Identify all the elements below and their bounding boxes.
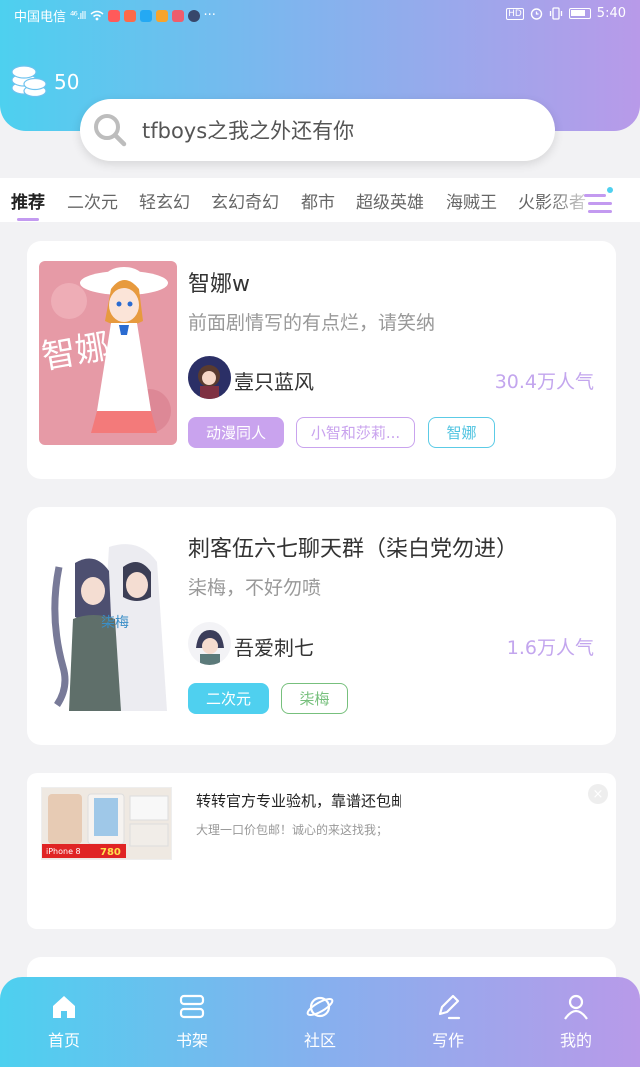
tag-anime[interactable]: 二次元	[188, 683, 269, 714]
author-name[interactable]: 壹只蓝风	[234, 366, 314, 395]
story-cover-image[interactable]: 柒梅	[39, 527, 177, 711]
bookshelf-icon	[179, 994, 205, 1019]
tab-light-fantasy[interactable]: 轻玄幻	[139, 188, 190, 213]
tab-anime[interactable]: 二次元	[67, 188, 118, 213]
ad-title[interactable]: 转转官方专业验机，靠谱还包邮	[196, 790, 401, 811]
planet-icon	[306, 996, 334, 1018]
wifi-icon	[90, 10, 103, 21]
ad-image-price: 780	[100, 847, 121, 858]
nav-community[interactable]: 社区	[280, 993, 360, 1051]
story-card[interactable]: 柒梅 刺客伍六七聊天群（柒白党勿进） 柒梅，不好勿喷 吾爱刺七 1.6万人气 二…	[27, 507, 616, 745]
app-notification-icon	[123, 9, 136, 22]
app-notification-icon	[139, 9, 152, 22]
more-notifications-icon: ···	[203, 8, 216, 23]
nav-label: 写作	[431, 1031, 464, 1050]
tab-recommend[interactable]: 推荐	[11, 188, 45, 213]
tag-qimei[interactable]: 柒梅	[281, 683, 348, 714]
nav-profile[interactable]: 我的	[536, 993, 616, 1051]
tab-urban[interactable]: 都市	[301, 188, 335, 213]
popularity-count: 1.6万人气	[506, 637, 594, 659]
story-title[interactable]: 刺客伍六七聊天群（柒白党勿进）	[188, 531, 518, 563]
signal-icon: ⁴⁶.ıll	[70, 9, 87, 22]
pen-icon	[438, 994, 461, 1020]
user-icon	[564, 994, 588, 1020]
vibrate-icon	[549, 7, 562, 20]
nav-label: 书架	[175, 1031, 208, 1050]
nav-home[interactable]: 首页	[24, 993, 104, 1051]
author-avatar[interactable]	[188, 622, 231, 665]
nav-write[interactable]: 写作	[408, 993, 488, 1051]
app-notification-icon	[107, 9, 120, 22]
search-icon	[94, 114, 127, 147]
author-avatar[interactable]	[188, 356, 231, 399]
carrier-label: 中国电信	[14, 10, 67, 25]
search-bar[interactable]: tfboys之我之外还有你	[80, 99, 555, 161]
story-card[interactable]: 智娜 智娜w 前面剧情写的有点烂，请笑纳 壹只蓝风 30.4万人气 动漫同人 小…	[27, 241, 616, 479]
author-name[interactable]: 吾爱刺七	[234, 632, 314, 661]
app-notification-icon	[155, 9, 168, 22]
tab-one-piece[interactable]: 海贼王	[446, 188, 497, 213]
story-subtitle: 前面剧情写的有点烂，请笑纳	[188, 312, 436, 334]
nav-label: 首页	[47, 1031, 80, 1050]
nav-bookshelf[interactable]: 书架	[152, 993, 232, 1051]
ad-close-icon[interactable]: ×	[588, 784, 608, 804]
category-tabs: 推荐 二次元 轻玄幻 玄幻奇幻 都市 超级英雄 海贼王 火影忍者	[0, 178, 640, 222]
category-menu-icon[interactable]	[582, 186, 614, 216]
app-notification-icon	[171, 9, 184, 22]
popularity-count: 30.4万人气	[494, 371, 594, 393]
hd-icon: HD	[506, 7, 524, 20]
ad-image-caption: iPhone 8	[46, 847, 81, 856]
tab-fantasy[interactable]: 玄幻奇幻	[211, 188, 279, 213]
story-subtitle: 柒梅，不好勿喷	[188, 577, 322, 599]
coins-icon[interactable]	[10, 60, 48, 100]
nav-label: 我的	[559, 1031, 592, 1050]
tag-anime-fanfic[interactable]: 动漫同人	[188, 417, 284, 448]
search-input[interactable]: tfboys之我之外还有你	[142, 115, 354, 145]
nav-label: 社区	[303, 1031, 336, 1050]
tab-superhero[interactable]: 超级英雄	[356, 188, 424, 213]
ad-description: 大理一口价包邮！诚心的来这找我；	[196, 823, 389, 837]
story-cover-image[interactable]: 智娜	[39, 261, 177, 445]
coin-count: 50	[54, 70, 80, 94]
active-tab-indicator	[17, 218, 39, 221]
battery-icon	[568, 8, 591, 19]
home-icon	[53, 996, 75, 1018]
ad-card[interactable]: iPhone 8 780 转转官方专业验机，靠谱还包邮 大理一口价包邮！诚心的来…	[27, 773, 616, 929]
cover-title-art: 柒梅	[101, 615, 129, 631]
tag-zhina[interactable]: 智娜	[428, 417, 495, 448]
tag-satoshi-sally[interactable]: 小智和莎莉...	[296, 417, 415, 448]
story-title[interactable]: 智娜w	[188, 266, 250, 298]
clock-time: 5:40	[596, 6, 626, 21]
bottom-nav: 首页 书架 社区 写作 我的	[0, 977, 640, 1067]
ad-image[interactable]: iPhone 8 780	[41, 787, 172, 860]
chat-notification-icon	[187, 9, 200, 22]
status-bar: 中国电信 ⁴⁶.ıll ··· HD 5:40	[0, 0, 640, 28]
alarm-icon	[530, 8, 542, 20]
